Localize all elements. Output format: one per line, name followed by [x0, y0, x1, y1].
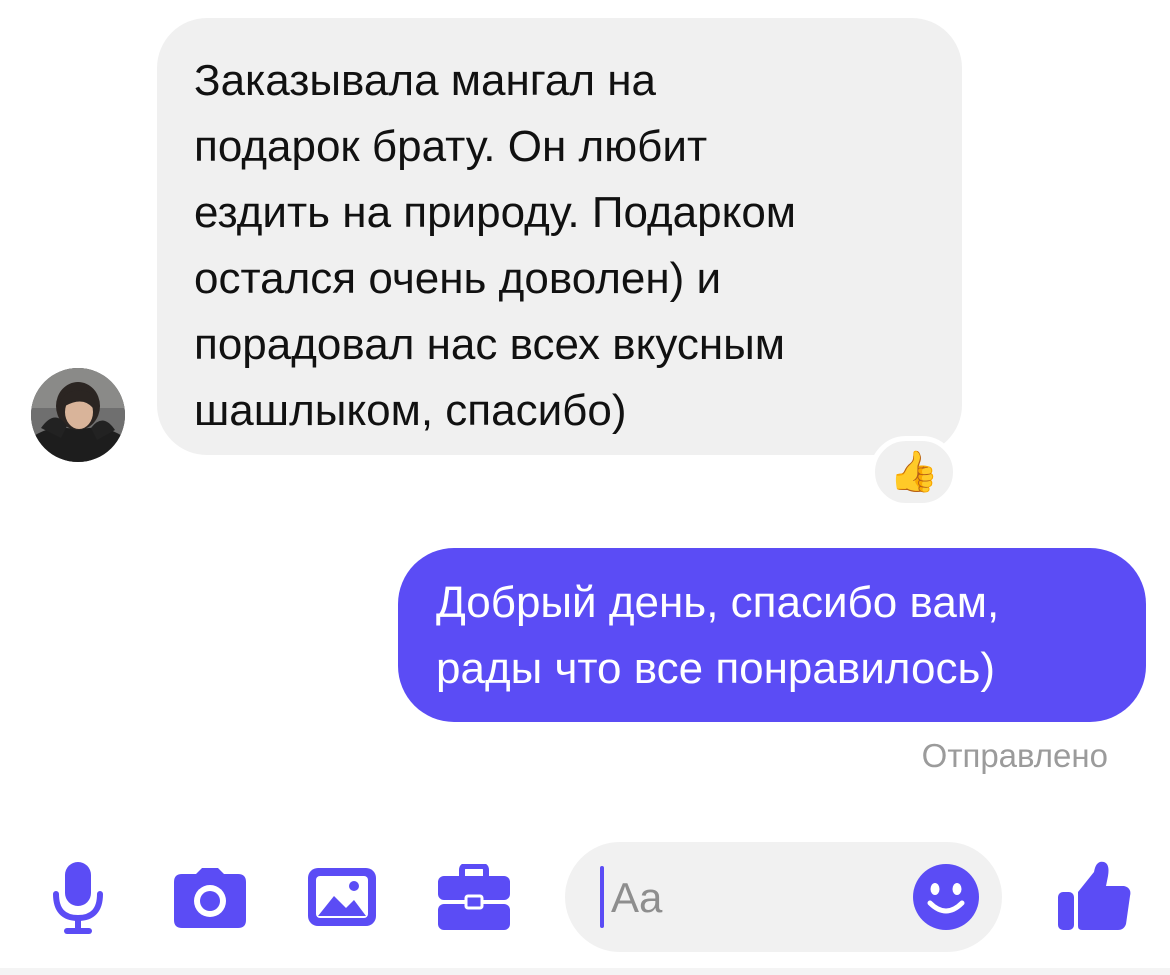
avatar[interactable]: [31, 368, 125, 462]
thumbs-up-reaction-icon: 👍: [889, 450, 939, 494]
emoji-icon[interactable]: [912, 863, 980, 931]
avatar-photo: [31, 368, 125, 462]
message-reaction[interactable]: 👍: [870, 436, 958, 508]
incoming-message-bubble[interactable]: Заказывала мангал на подарок брату. Он л…: [157, 18, 962, 455]
gallery-icon[interactable]: [302, 858, 382, 938]
message-input-placeholder: Aa: [611, 874, 663, 921]
briefcase-icon[interactable]: [434, 858, 514, 938]
text-cursor: [600, 866, 604, 928]
outgoing-message-bubble[interactable]: Добрый день, спасибо вам, рады что все п…: [398, 548, 1146, 722]
microphone-icon[interactable]: [38, 858, 118, 938]
camera-icon[interactable]: [170, 858, 250, 938]
message-input[interactable]: Aa: [565, 842, 1002, 952]
thumbs-up-icon[interactable]: [1056, 858, 1132, 934]
message-status: Отправлено: [921, 737, 1108, 774]
bottom-edge: [0, 968, 1170, 975]
